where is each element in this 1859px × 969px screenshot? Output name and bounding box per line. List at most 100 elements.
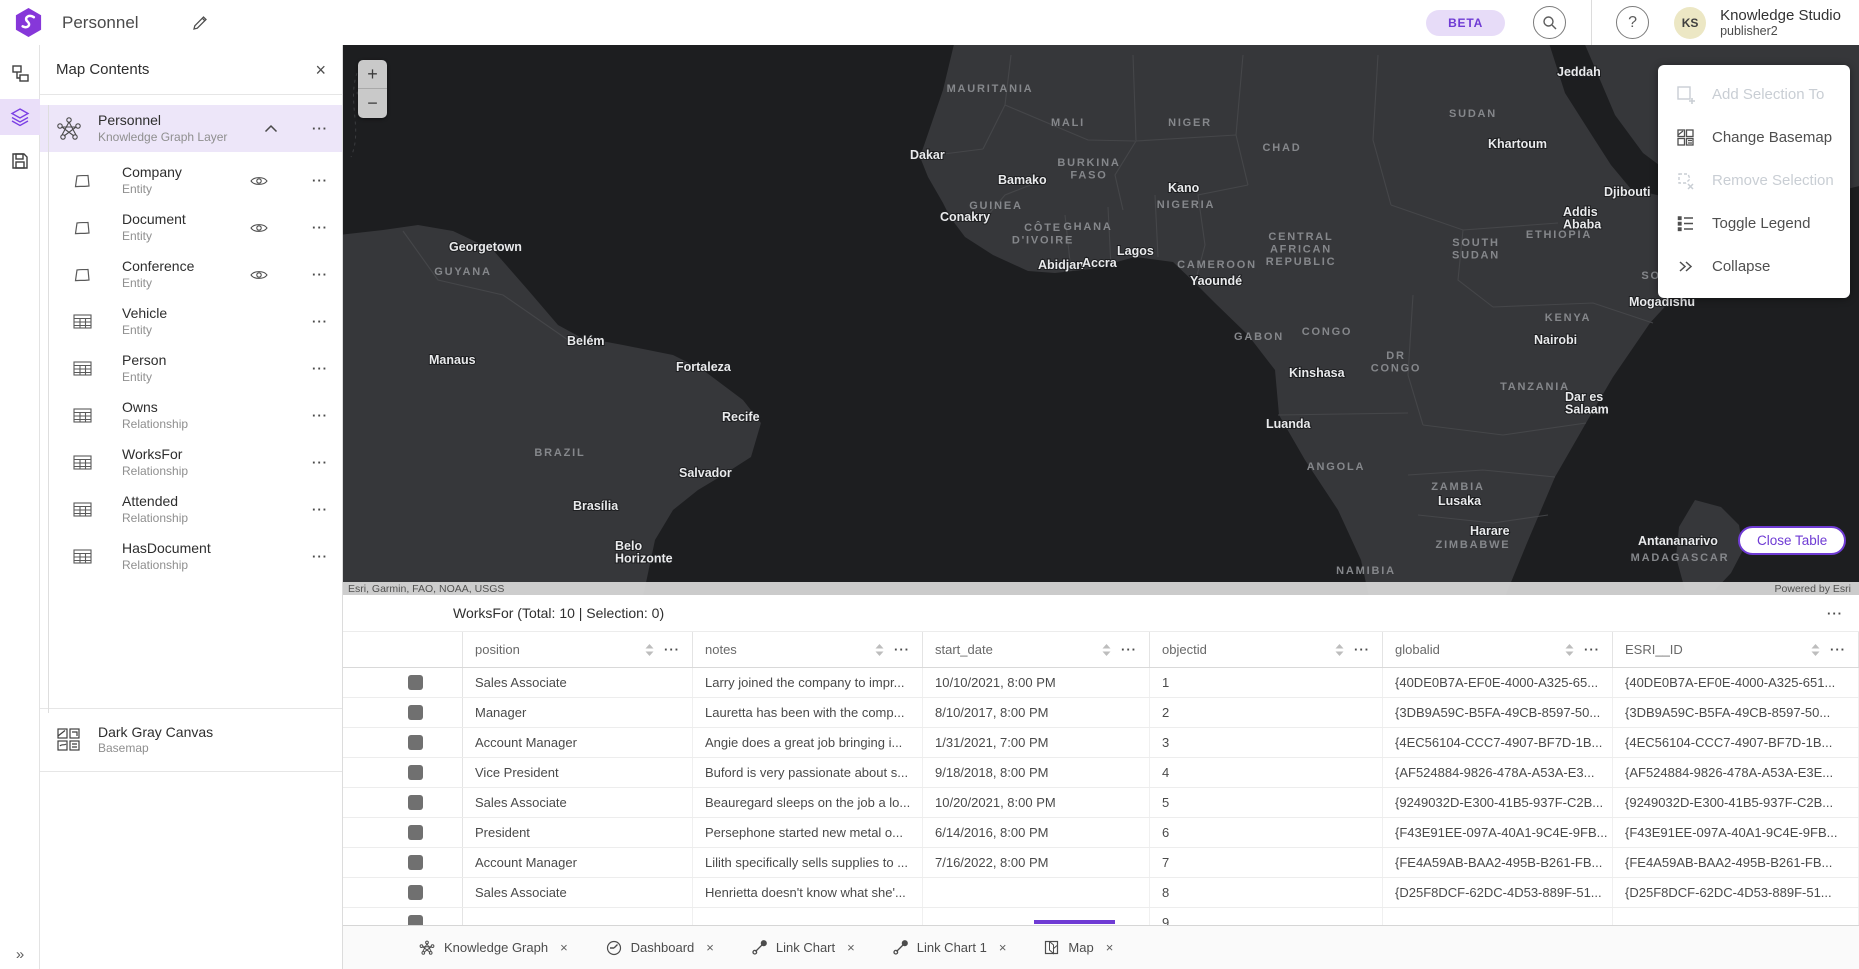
cell-start-date: 9/18/2018, 8:00 PM bbox=[923, 758, 1150, 787]
tab-link-chart[interactable]: Link Chart × bbox=[748, 926, 859, 969]
visibility-eye-icon[interactable] bbox=[250, 222, 270, 234]
table-icon bbox=[73, 408, 99, 423]
map-label: Yaoundé bbox=[1190, 274, 1242, 288]
layer-options-icon[interactable]: ··· bbox=[312, 455, 328, 470]
layer-options-icon[interactable]: ··· bbox=[312, 267, 328, 282]
layer-item-hasdocument[interactable]: HasDocument Relationship ··· bbox=[40, 533, 342, 580]
column-header-position[interactable]: position ··· bbox=[463, 632, 693, 667]
table-row[interactable]: President Persephone started new metal o… bbox=[343, 818, 1859, 848]
map-canvas[interactable]: GUYANABRAZILMAURITANIAMALINIGERCHADSUDAN… bbox=[343, 45, 1859, 595]
menu-item-toggle-legend[interactable]: Toggle Legend bbox=[1658, 202, 1850, 245]
data-model-button[interactable] bbox=[0, 55, 40, 91]
panel-scroll-track bbox=[48, 105, 49, 713]
row-checkbox[interactable] bbox=[408, 795, 423, 810]
table-row[interactable]: Sales Associate Larry joined the company… bbox=[343, 668, 1859, 698]
layer-item-vehicle[interactable]: Vehicle Entity ··· bbox=[40, 298, 342, 345]
column-header-esri__id[interactable]: ESRI__ID ··· bbox=[1613, 632, 1859, 667]
layer-item-person[interactable]: Person Entity ··· bbox=[40, 345, 342, 392]
layer-options-icon[interactable]: ··· bbox=[312, 502, 328, 517]
column-header-select bbox=[343, 632, 463, 667]
sort-icon[interactable] bbox=[1335, 644, 1344, 656]
layer-options-icon[interactable]: ··· bbox=[312, 408, 328, 423]
sort-icon[interactable] bbox=[875, 644, 884, 656]
row-checkbox[interactable] bbox=[408, 705, 423, 720]
row-checkbox[interactable] bbox=[408, 675, 423, 690]
column-header-start_date[interactable]: start_date ··· bbox=[923, 632, 1150, 667]
map-label: Brasília bbox=[573, 499, 619, 513]
save-button[interactable] bbox=[0, 143, 40, 179]
table-row[interactable]: Sales Associate Beauregard sleeps on the… bbox=[343, 788, 1859, 818]
layer-type: Entity bbox=[122, 229, 250, 244]
close-tab-icon[interactable]: × bbox=[560, 940, 568, 955]
tab-map[interactable]: Map × bbox=[1040, 926, 1117, 969]
layer-name: Conference bbox=[122, 258, 250, 276]
close-table-button[interactable]: Close Table bbox=[1738, 526, 1846, 555]
layer-options-icon[interactable]: ··· bbox=[312, 121, 328, 136]
row-checkbox[interactable] bbox=[408, 765, 423, 780]
layer-item-worksfor[interactable]: WorksFor Relationship ··· bbox=[40, 439, 342, 486]
zoom-out-button[interactable]: − bbox=[358, 89, 387, 118]
table-row[interactable]: Vice President Buford is very passionate… bbox=[343, 758, 1859, 788]
table-options-icon[interactable]: ··· bbox=[1827, 606, 1843, 621]
tab-knowledge-graph[interactable]: Knowledge Graph × bbox=[415, 926, 572, 969]
column-menu-icon[interactable]: ··· bbox=[1354, 642, 1370, 657]
close-tab-icon[interactable]: × bbox=[847, 940, 855, 955]
map-label: Dar esSalaam bbox=[1565, 390, 1609, 417]
layer-options-icon[interactable]: ··· bbox=[312, 220, 328, 235]
layer-item-document[interactable]: Document Entity ··· bbox=[40, 204, 342, 251]
column-header-objectid[interactable]: objectid ··· bbox=[1150, 632, 1383, 667]
column-menu-icon[interactable]: ··· bbox=[1584, 642, 1600, 657]
row-checkbox[interactable] bbox=[408, 915, 423, 925]
tab-link-chart-1[interactable]: Link Chart 1 × bbox=[889, 926, 1011, 969]
basemap-item[interactable]: Dark Gray Canvas Basemap bbox=[40, 708, 342, 772]
menu-item-change-basemap[interactable]: Change Basemap bbox=[1658, 116, 1850, 159]
column-menu-icon[interactable]: ··· bbox=[894, 642, 910, 657]
layer-item-personnel[interactable]: Personnel Knowledge Graph Layer ··· bbox=[40, 105, 342, 152]
map-options-menu: Add Selection To Change Basemap Remove S… bbox=[1658, 65, 1850, 298]
edit-title-button[interactable] bbox=[191, 14, 209, 32]
column-header-globalid[interactable]: globalid ··· bbox=[1383, 632, 1613, 667]
visibility-eye-icon[interactable] bbox=[250, 269, 270, 281]
expand-rail-button[interactable]: » bbox=[0, 946, 40, 963]
user-avatar[interactable]: KS bbox=[1674, 7, 1706, 39]
help-button[interactable]: ? bbox=[1616, 6, 1649, 39]
tab-dashboard[interactable]: Dashboard × bbox=[602, 926, 718, 969]
beta-badge: BETA bbox=[1426, 10, 1505, 36]
layer-type: Relationship bbox=[122, 558, 250, 573]
row-checkbox[interactable] bbox=[408, 855, 423, 870]
layer-item-attended[interactable]: Attended Relationship ··· bbox=[40, 486, 342, 533]
close-tab-icon[interactable]: × bbox=[706, 940, 714, 955]
table-row[interactable]: Account Manager Lilith specifically sell… bbox=[343, 848, 1859, 878]
close-tab-icon[interactable]: × bbox=[999, 940, 1007, 955]
column-header-notes[interactable]: notes ··· bbox=[693, 632, 923, 667]
chevron-up-icon[interactable] bbox=[264, 124, 278, 133]
row-checkbox[interactable] bbox=[408, 735, 423, 750]
menu-item-collapse[interactable]: Collapse bbox=[1658, 245, 1850, 288]
layer-options-icon[interactable]: ··· bbox=[312, 361, 328, 376]
zoom-in-button[interactable]: + bbox=[358, 60, 387, 89]
layers-button[interactable] bbox=[0, 99, 40, 135]
close-panel-button[interactable]: × bbox=[315, 61, 326, 79]
layer-item-company[interactable]: Company Entity ··· bbox=[40, 157, 342, 204]
table-row[interactable]: Sales Associate Henrietta doesn't know w… bbox=[343, 878, 1859, 908]
sort-icon[interactable] bbox=[645, 644, 654, 656]
row-checkbox[interactable] bbox=[408, 885, 423, 900]
visibility-eye-icon[interactable] bbox=[250, 175, 270, 187]
row-checkbox[interactable] bbox=[408, 825, 423, 840]
layer-item-owns[interactable]: Owns Relationship ··· bbox=[40, 392, 342, 439]
table-row[interactable]: Account Manager Angie does a great job b… bbox=[343, 728, 1859, 758]
table-row[interactable]: Manager Lauretta has been with the comp.… bbox=[343, 698, 1859, 728]
layer-item-conference[interactable]: Conference Entity ··· bbox=[40, 251, 342, 298]
sort-icon[interactable] bbox=[1102, 644, 1111, 656]
column-menu-icon[interactable]: ··· bbox=[1121, 642, 1137, 657]
search-button[interactable] bbox=[1533, 6, 1566, 39]
layer-options-icon[interactable]: ··· bbox=[312, 549, 328, 564]
layer-name: HasDocument bbox=[122, 540, 250, 558]
layer-options-icon[interactable]: ··· bbox=[312, 314, 328, 329]
close-tab-icon[interactable]: × bbox=[1106, 940, 1114, 955]
layer-options-icon[interactable]: ··· bbox=[312, 173, 328, 188]
sort-icon[interactable] bbox=[1565, 644, 1574, 656]
column-menu-icon[interactable]: ··· bbox=[664, 642, 680, 657]
column-menu-icon[interactable]: ··· bbox=[1830, 642, 1846, 657]
sort-icon[interactable] bbox=[1811, 644, 1820, 656]
